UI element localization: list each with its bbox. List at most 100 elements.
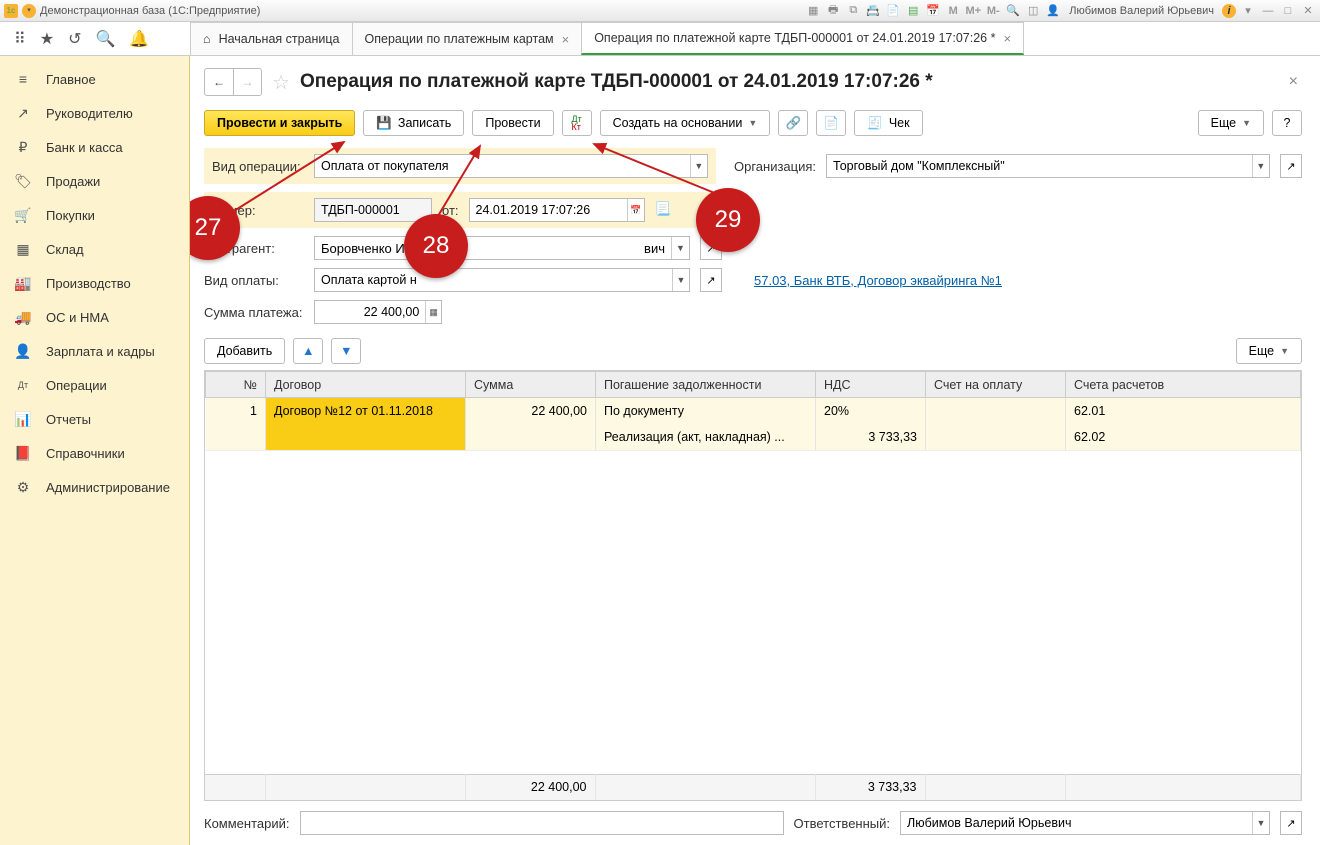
cell[interactable]: По документу	[596, 398, 816, 424]
sidebar-item-admin[interactable]: ⚙Администрирование	[0, 470, 189, 504]
open-button[interactable]: ↗	[700, 268, 722, 292]
comment-field[interactable]	[300, 811, 784, 835]
more-button[interactable]: Еще▼	[1198, 110, 1264, 136]
post-and-close-button[interactable]: Провести и закрыть	[204, 110, 355, 136]
dropdown-icon[interactable]: ▼	[672, 269, 689, 291]
minimize-icon[interactable]: —	[1260, 3, 1276, 19]
user-name[interactable]: Любимов Валерий Юрьевич	[1065, 5, 1218, 17]
comment-input[interactable]	[301, 812, 783, 834]
agent-field[interactable]: Боровченко И вич ▼	[314, 236, 690, 260]
responsible-input[interactable]	[901, 812, 1252, 834]
cell[interactable]	[466, 424, 596, 450]
sidebar-item-reports[interactable]: 📊Отчеты	[0, 402, 189, 436]
m-button[interactable]: M	[945, 3, 961, 19]
m-minus-button[interactable]: M-	[985, 3, 1001, 19]
col-sum[interactable]: Сумма	[466, 372, 596, 398]
sidebar-item-production[interactable]: 🏭Производство	[0, 266, 189, 300]
back-button[interactable]: ←	[205, 69, 233, 95]
close-page-icon[interactable]: ×	[1285, 69, 1302, 95]
sidebar-item-assets[interactable]: 🚚ОС и НМА	[0, 300, 189, 334]
doc-icon[interactable]: 📄	[885, 3, 901, 19]
sidebar-item-sales[interactable]: 🏷Продажи	[0, 164, 189, 198]
info-icon[interactable]: i	[1222, 4, 1236, 18]
sidebar-item-catalogs[interactable]: 📕Справочники	[0, 436, 189, 470]
date-field[interactable]: 📅	[469, 198, 645, 222]
dropdown-icon[interactable]: ▼	[1252, 155, 1269, 177]
calendar-icon[interactable]: 📅	[627, 199, 643, 221]
table-more-button[interactable]: Еще▼	[1236, 338, 1302, 364]
help-button[interactable]: ?	[1272, 110, 1302, 136]
document-button[interactable]: 📄	[816, 110, 846, 136]
app-menu-dropdown[interactable]: ▾	[22, 4, 36, 18]
op-type-field[interactable]: ▼	[314, 154, 708, 178]
cell[interactable]: 20%	[816, 398, 926, 424]
move-up-button[interactable]: ▲	[293, 338, 323, 364]
add-row-button[interactable]: Добавить	[204, 338, 285, 364]
paytype-field[interactable]: ▼	[314, 268, 690, 292]
calendar-icon[interactable]: 📅	[925, 3, 941, 19]
cell[interactable]	[926, 398, 1066, 424]
copy-icon[interactable]: ⧉	[845, 3, 861, 19]
dropdown-icon[interactable]: ▾	[1240, 3, 1256, 19]
print-icon[interactable]: 🖶	[825, 3, 841, 19]
grid-icon[interactable]: ▦	[805, 3, 821, 19]
maximize-icon[interactable]: □	[1280, 3, 1296, 19]
cell[interactable]: 1	[206, 398, 266, 424]
table-row[interactable]: 1 Договор №12 от 01.11.2018 22 400,00 По…	[206, 398, 1301, 424]
dropdown-icon[interactable]: ▼	[1252, 812, 1269, 834]
org-input[interactable]	[827, 155, 1252, 177]
payment-link[interactable]: 57.03, Банк ВТБ, Договор эквайринга №1	[754, 273, 1002, 288]
col-payoff[interactable]: Погашение задолженности	[596, 372, 816, 398]
create-based-button[interactable]: Создать на основании▼	[600, 110, 771, 136]
col-invoice[interactable]: Счет на оплату	[926, 372, 1066, 398]
sidebar-item-warehouse[interactable]: ▦Склад	[0, 232, 189, 266]
sum-field[interactable]: ▦	[314, 300, 442, 324]
tab-operations-list[interactable]: Операции по платежным картам ×	[352, 22, 583, 55]
cell[interactable]: 3 733,33	[816, 424, 926, 450]
cell[interactable]	[206, 424, 266, 450]
sidebar-item-operations[interactable]: ДтОперации	[0, 368, 189, 402]
postings-button[interactable]: ДтКт	[562, 110, 592, 136]
col-accounts[interactable]: Счета расчетов	[1066, 372, 1301, 398]
col-contract[interactable]: Договор	[266, 372, 466, 398]
table-icon[interactable]: ▤	[905, 3, 921, 19]
history-icon[interactable]: ↺	[68, 29, 81, 49]
cell[interactable]: 62.02	[1066, 424, 1301, 450]
cell[interactable]: 22 400,00	[466, 398, 596, 424]
receipt-button[interactable]: 🧾Чек	[854, 110, 922, 136]
cell[interactable]: Реализация (акт, накладная) ...	[596, 424, 816, 450]
tab-home[interactable]: ⌂ Начальная страница	[190, 22, 353, 55]
forward-button[interactable]: →	[233, 69, 261, 95]
org-field[interactable]: ▼	[826, 154, 1270, 178]
save-button[interactable]: 💾Записать	[363, 110, 464, 136]
col-number[interactable]: №	[206, 372, 266, 398]
panel-icon[interactable]: ◫	[1025, 3, 1041, 19]
date-input[interactable]	[470, 199, 628, 221]
cell[interactable]	[926, 424, 1066, 450]
structure-button[interactable]: 🔗	[778, 110, 808, 136]
calc-icon[interactable]: ▦	[425, 301, 441, 323]
m-plus-button[interactable]: M+	[965, 3, 981, 19]
responsible-field[interactable]: ▼	[900, 811, 1270, 835]
star-icon[interactable]: ☆	[272, 70, 290, 95]
bell-icon[interactable]: 🔔	[129, 29, 149, 49]
post-button[interactable]: Провести	[472, 110, 553, 136]
sum-input[interactable]	[315, 301, 425, 323]
tab-operation-doc[interactable]: Операция по платежной карте ТДБП-000001 …	[581, 22, 1024, 55]
cell[interactable]: 62.01	[1066, 398, 1301, 424]
paytype-input[interactable]	[315, 269, 672, 291]
calc-icon[interactable]: 📇	[865, 3, 881, 19]
sidebar-item-hr[interactable]: 👤Зарплата и кадры	[0, 334, 189, 368]
dropdown-icon[interactable]: ▼	[671, 237, 689, 259]
op-type-input[interactable]	[315, 155, 690, 177]
close-window-icon[interactable]: ✕	[1300, 3, 1316, 19]
open-button[interactable]: ↗	[1280, 811, 1302, 835]
close-icon[interactable]: ×	[1003, 31, 1011, 46]
dropdown-icon[interactable]: ▼	[690, 155, 707, 177]
cell-contract[interactable]: Договор №12 от 01.11.2018	[266, 398, 466, 424]
sidebar-item-main[interactable]: ≡Главное	[0, 62, 189, 96]
close-icon[interactable]: ×	[562, 32, 570, 47]
sidebar-item-bank[interactable]: ₽Банк и касса	[0, 130, 189, 164]
table-row[interactable]: Реализация (акт, накладная) ... 3 733,33…	[206, 424, 1301, 450]
favorite-icon[interactable]: ★	[40, 29, 54, 49]
